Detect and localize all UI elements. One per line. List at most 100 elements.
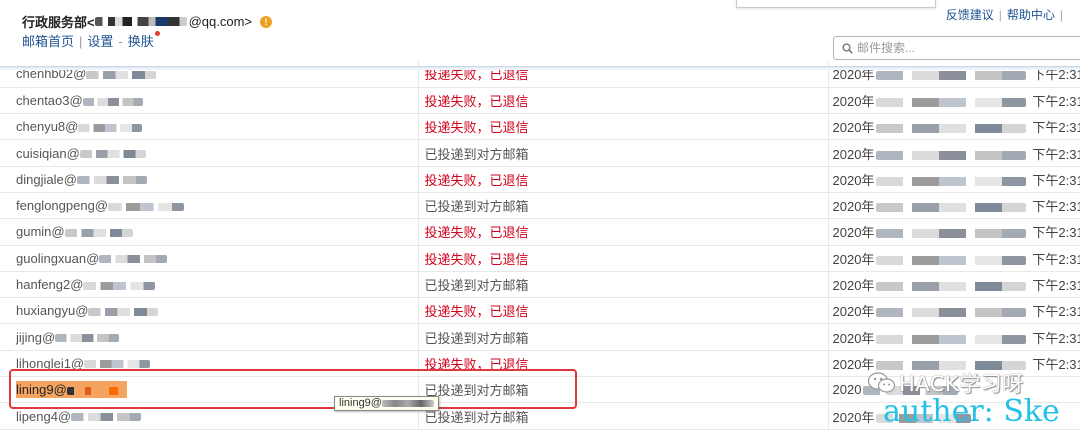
date-text: 2020年	[832, 120, 875, 136]
delivery-status-cell: 已投递到对方邮箱	[417, 139, 828, 167]
delivery-status-cell: 已投递到对方邮箱	[417, 323, 828, 351]
delivery-status-cell: 投递失败，已退信	[417, 245, 828, 272]
timestamp-cell: 2020年 下午2:31	[827, 271, 1080, 299]
table-row[interactable]: cuisiqian@ 已投递到对方邮箱 2020年 下午2:31	[0, 139, 1080, 167]
table-row[interactable]: lipeng4@ 已投递到对方邮箱 2020年	[0, 402, 1080, 430]
nav-settings[interactable]: 设置	[87, 34, 113, 49]
recipient-cell[interactable]: guolingxuan@	[0, 245, 418, 272]
recipient-cell[interactable]: lihonglei1@	[0, 350, 418, 378]
table-row[interactable]: chentao3@ 投递失败，已退信 2020年 下午2:31	[0, 87, 1080, 115]
redacted-text	[876, 176, 1027, 186]
feedback-link[interactable]: 反馈建议	[946, 8, 994, 22]
recipient-address[interactable]: gumin@	[16, 224, 65, 239]
nav-change-skin[interactable]: 换肤	[128, 34, 154, 49]
date-text: 2020年	[832, 356, 875, 372]
recipient-address[interactable]: chentao3@	[16, 93, 83, 108]
timestamp-cell: 2020年 下午2:31	[827, 192, 1080, 220]
table-row[interactable]: huxiangyu@ 投递失败，已退信 2020年 下午2:31	[0, 297, 1080, 325]
account-name: 行政服务部<	[22, 15, 95, 30]
redacted-text	[876, 71, 1027, 81]
timestamp-cell: 2020年 下午2:31	[827, 113, 1080, 141]
dropdown-panel-edge	[736, 0, 936, 8]
recipient-cell[interactable]: huxiangyu@	[0, 297, 418, 325]
header-divider	[0, 66, 1080, 70]
timestamp-cell: 2020年 下午2:31	[827, 87, 1080, 115]
recipient-address[interactable]: lipeng4@	[16, 409, 71, 424]
search-input[interactable]	[857, 41, 1057, 55]
recipient-address[interactable]: chenyu8@	[16, 119, 78, 134]
recipient-address[interactable]: jijing@	[16, 330, 55, 345]
time-text: 下午2:31	[1032, 356, 1080, 372]
nav-links: 邮箱首页 | 设置 - 换肤	[22, 31, 160, 50]
date-text: 2020年	[832, 199, 875, 215]
timestamp-cell: 2020年 下午2:31	[827, 323, 1080, 351]
time-text: 下午2:31	[1032, 278, 1080, 294]
table-row[interactable]: lining9@ 已投递到对方邮箱 2020	[0, 376, 1080, 404]
delivery-status-cell: 已投递到对方邮箱	[417, 376, 828, 404]
warning-icon[interactable]: !	[260, 15, 273, 28]
recipient-cell[interactable]: chentao3@	[0, 87, 418, 115]
recipient-cell[interactable]: fenglongpeng@	[0, 192, 418, 220]
delivery-status-cell: 已投递到对方邮箱	[417, 271, 828, 299]
timestamp-cell: 2020年 下午2:31	[827, 61, 1080, 88]
delivery-status: 投递失败，已退信	[424, 356, 529, 372]
table-row[interactable]: chenhb02@ 投递失败，已退信 2020年 下午2:31	[0, 61, 1080, 88]
delivery-status-cell: 已投递到对方邮箱	[417, 402, 828, 430]
delivery-status: 投递失败，已退信	[424, 120, 529, 136]
recipient-cell[interactable]: dingjiale@	[0, 166, 418, 193]
delivery-status: 已投递到对方邮箱	[424, 199, 529, 215]
redacted-text	[66, 386, 127, 395]
redacted-text	[71, 413, 142, 422]
delivery-status: 投递失败，已退信	[424, 225, 529, 241]
search-box[interactable]	[833, 36, 1080, 60]
timestamp-cell: 2020年 下午2:31	[827, 297, 1080, 325]
redacted-text	[876, 203, 1027, 213]
recipient-address[interactable]: guolingxuan@	[16, 251, 99, 266]
recipient-address[interactable]: huxiangyu@	[16, 303, 88, 318]
table-row[interactable]: gumin@ 投递失败，已退信 2020年 下午2:31	[0, 218, 1080, 246]
recipient-cell[interactable]: chenyu8@	[0, 113, 418, 141]
time-text: 下午2:31	[1032, 93, 1080, 109]
timestamp-cell: 2020年 下午2:31	[827, 245, 1080, 272]
recipient-address[interactable]: dingjiale@	[16, 172, 77, 187]
redacted-text	[876, 124, 1027, 134]
recipient-address[interactable]: fenglongpeng@	[16, 198, 108, 213]
redacted-text	[876, 308, 1027, 318]
table-row[interactable]: jijing@ 已投递到对方邮箱 2020年 下午2:31	[0, 323, 1080, 351]
tooltip: lining9@	[334, 396, 439, 411]
table-row[interactable]: guolingxuan@ 投递失败，已退信 2020年 下午2:31	[0, 245, 1080, 272]
timestamp-cell: 2020年 下午2:31	[827, 166, 1080, 193]
recipient-cell[interactable]: cuisiqian@	[0, 139, 418, 167]
recipient-address[interactable]: lining9@	[16, 382, 67, 397]
redacted-text	[82, 97, 143, 106]
table-row[interactable]: chenyu8@ 投递失败，已退信 2020年 下午2:31	[0, 113, 1080, 141]
recipient-cell[interactable]: jijing@	[0, 323, 418, 351]
mail-header: 行政服务部< @qq.com> ! 邮箱首页 | 设置 - 换肤 反馈建议 | 帮助中心 |	[0, 0, 1080, 66]
redacted-text	[381, 399, 434, 407]
redacted-text	[99, 255, 168, 264]
redacted-text	[83, 281, 156, 290]
table-row[interactable]: lihonglei1@ 投递失败，已退信 2020年 下午2:31	[0, 350, 1080, 378]
recipient-selection-highlight: lining9@	[16, 381, 127, 399]
nav-mailbox-home[interactable]: 邮箱首页	[22, 34, 74, 49]
recipient-cell[interactable]: chenhb02@	[0, 61, 418, 88]
table-row[interactable]: dingjiale@ 投递失败，已退信 2020年 下午2:31	[0, 166, 1080, 193]
time-text: 下午2:31	[1032, 304, 1080, 320]
delivery-status: 投递失败，已退信	[424, 93, 529, 109]
help-center-link[interactable]: 帮助中心	[1007, 8, 1055, 22]
recipient-address[interactable]: hanfeng2@	[16, 277, 83, 292]
time-text: 下午2:31	[1032, 225, 1080, 241]
recipient-address[interactable]: lihonglei1@	[16, 356, 84, 371]
account-line: 行政服务部< @qq.com> !	[22, 12, 273, 31]
table-row[interactable]: fenglongpeng@ 已投递到对方邮箱 2020年 下午2:31	[0, 192, 1080, 220]
time-text: 下午2:31	[1032, 146, 1080, 162]
delivery-status-cell: 投递失败，已退信	[417, 297, 828, 325]
recipient-cell[interactable]: hanfeng2@	[0, 271, 418, 299]
table-row[interactable]: hanfeng2@ 已投递到对方邮箱 2020年 下午2:31	[0, 271, 1080, 299]
redacted-text	[876, 334, 1027, 344]
search-icon	[842, 42, 853, 54]
recipient-address[interactable]: cuisiqian@	[16, 146, 80, 161]
divider: |	[1059, 8, 1063, 22]
recipient-cell[interactable]: gumin@	[0, 218, 418, 246]
redacted-text	[84, 360, 151, 369]
